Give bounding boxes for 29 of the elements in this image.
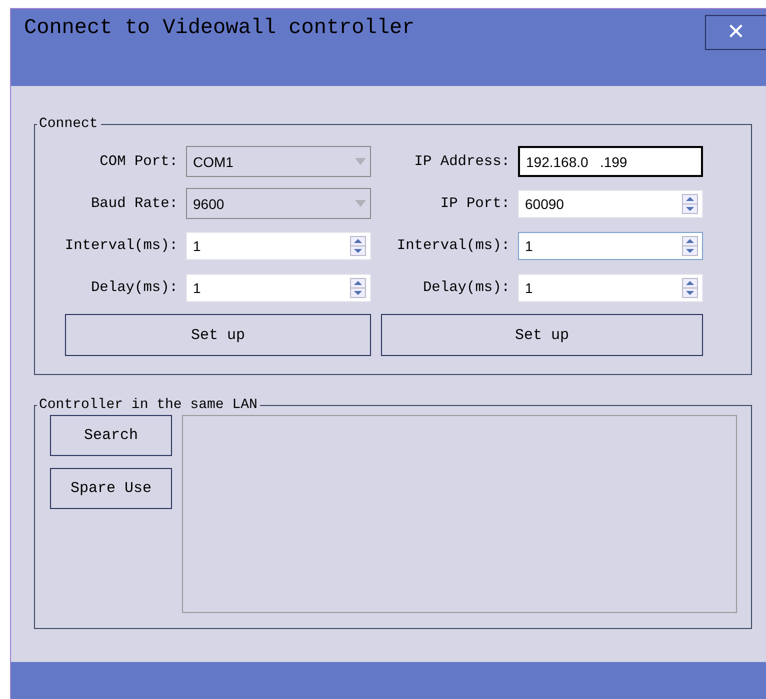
spin-buttons-icon[interactable] bbox=[682, 278, 698, 298]
setup-button[interactable]: Set up bbox=[65, 314, 371, 356]
field-label: IP Address: bbox=[413, 154, 510, 170]
spin-box[interactable]: 60090 bbox=[518, 190, 703, 218]
field-label: Interval(ms): bbox=[396, 238, 510, 254]
group-title: Connect bbox=[38, 116, 99, 132]
spin-buttons-icon[interactable] bbox=[682, 194, 698, 214]
dropdown[interactable]: 9600 bbox=[186, 188, 371, 219]
spin-box[interactable]: 1 bbox=[518, 232, 703, 260]
field-label: Interval(ms): bbox=[64, 238, 178, 254]
field-label: Baud Rate: bbox=[90, 196, 178, 212]
group-title: Controller in the same LAN bbox=[38, 397, 258, 413]
spin-box[interactable]: 1 bbox=[518, 274, 703, 302]
action-button[interactable]: Search bbox=[50, 415, 172, 456]
field-label: Delay(ms): bbox=[422, 280, 510, 296]
dropdown[interactable]: COM1 bbox=[186, 146, 371, 177]
input-field[interactable]: 192.168.0 .199 bbox=[518, 146, 703, 177]
setup-button[interactable]: Set up bbox=[381, 314, 703, 356]
spin-box[interactable]: 1 bbox=[186, 232, 371, 260]
spin-buttons-icon[interactable] bbox=[350, 236, 366, 256]
window-title: Connect to Videowall controller bbox=[24, 17, 415, 40]
close-button[interactable]: ✕ bbox=[705, 15, 766, 50]
field-label: Delay(ms): bbox=[90, 280, 178, 296]
field-label: IP Port: bbox=[439, 196, 510, 212]
action-button[interactable]: Spare Use bbox=[50, 468, 172, 509]
field-label: COM Port: bbox=[98, 154, 178, 170]
spin-box[interactable]: 1 bbox=[186, 274, 371, 302]
spin-buttons-icon[interactable] bbox=[350, 278, 366, 298]
spin-buttons-icon[interactable] bbox=[682, 236, 698, 256]
